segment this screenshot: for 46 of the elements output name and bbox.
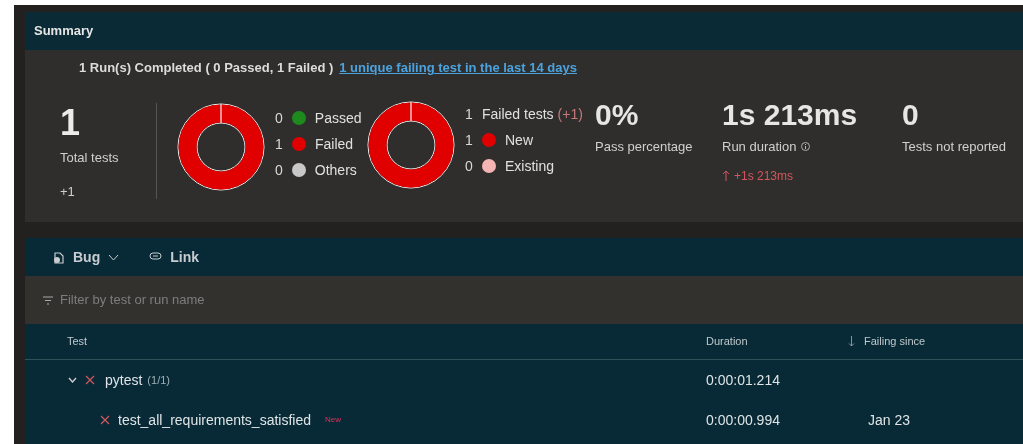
metric-value: 0% bbox=[595, 97, 640, 133]
legend-label: Failed tests bbox=[482, 104, 554, 124]
legend-count: 0 bbox=[465, 156, 473, 176]
test-name: test_all_requirements_satisfied bbox=[118, 410, 311, 430]
run-summary-text: 1 Run(s) Completed ( 0 Passed, 1 Failed ) bbox=[79, 59, 334, 78]
up-arrow-icon bbox=[722, 170, 730, 181]
fail-x-icon bbox=[85, 375, 95, 385]
chevron-down-icon bbox=[108, 253, 120, 261]
legend-label: Existing bbox=[505, 156, 555, 176]
column-header[interactable]: Test bbox=[67, 333, 88, 350]
legend-label: Others bbox=[314, 160, 357, 180]
total-count: 1 bbox=[60, 103, 82, 143]
duration-cell-text: 0:00:01.214 bbox=[705, 370, 781, 390]
metric-value: 1s 213ms bbox=[722, 97, 859, 133]
total-delta: +1 bbox=[60, 182, 76, 201]
metric-label: Tests not reported bbox=[902, 138, 1007, 156]
legend-label: New bbox=[505, 130, 533, 150]
metric-value: 0 bbox=[902, 97, 920, 133]
failing-since-cell-text: Jan 23 bbox=[867, 410, 911, 430]
legend-count: 1 bbox=[275, 134, 283, 154]
delta-text: (+1) bbox=[557, 104, 583, 124]
legend-count: 1 bbox=[465, 130, 473, 150]
document-icon bbox=[52, 250, 65, 264]
bug-button[interactable]: Bug bbox=[52, 246, 120, 268]
legend-count: 1 bbox=[465, 104, 473, 124]
duration-cell-text: 0:00:00.994 bbox=[705, 410, 781, 430]
fail-x-icon bbox=[100, 415, 110, 425]
panel-title: Summary bbox=[34, 22, 94, 41]
test-count: (1/1) bbox=[147, 372, 170, 388]
metric-label: Pass percentage bbox=[595, 138, 693, 156]
failing-tests-link[interactable]: 1 unique failing test in the last 14 days bbox=[339, 58, 577, 78]
legend-count: 0 bbox=[275, 108, 283, 128]
test-name: pytest bbox=[105, 370, 143, 390]
legend-label: Failed bbox=[315, 134, 354, 154]
filter-icon bbox=[43, 295, 53, 305]
legend-count: 0 bbox=[275, 160, 283, 180]
link-button[interactable]: Link bbox=[149, 246, 199, 268]
chevron-down-icon[interactable] bbox=[68, 377, 77, 383]
filter-field[interactable]: Filter by test or run name bbox=[60, 290, 460, 310]
new-label: New bbox=[325, 414, 341, 426]
column-header[interactable]: Failing since bbox=[864, 333, 926, 350]
total-label: Total tests bbox=[60, 149, 120, 167]
legend-label: Passed bbox=[314, 108, 362, 128]
metric-delta: +1s 213ms bbox=[734, 167, 794, 185]
column-header[interactable]: Duration bbox=[706, 333, 748, 350]
metric-label: Run duration bbox=[722, 138, 797, 156]
